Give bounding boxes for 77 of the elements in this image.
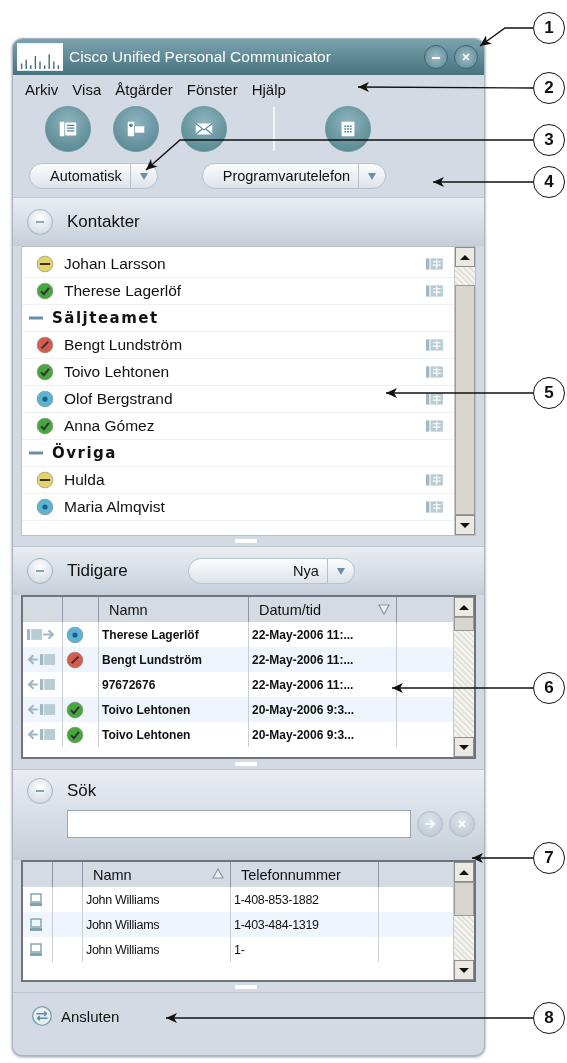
table-cell: John Williams — [83, 937, 231, 962]
callout-number: 6 — [533, 672, 565, 704]
result-row[interactable]: John Williams 1- — [23, 937, 453, 962]
menu-item[interactable]: Visa — [66, 78, 108, 100]
group-row[interactable]: Övriga — [22, 440, 454, 467]
filter-dropdown[interactable]: Nya — [187, 558, 355, 584]
collapse-icon[interactable] — [28, 450, 44, 456]
email-button[interactable] — [181, 106, 227, 152]
table-cell: 22-May-2006 11:... — [249, 647, 397, 672]
contact-row[interactable]: Hulda — [22, 467, 454, 494]
menu-item[interactable]: Åtgärder — [109, 78, 179, 100]
scrollbar[interactable] — [454, 247, 475, 535]
contact-row[interactable]: Toivo Lehtonen — [22, 359, 454, 386]
callout-number: 1 — [533, 12, 565, 44]
contact-card-icon[interactable] — [426, 392, 444, 406]
caret-icon — [138, 171, 149, 181]
collapse-button[interactable] — [27, 778, 53, 804]
contact-row[interactable]: Olof Bergstrand — [22, 386, 454, 413]
collapse-icon[interactable] — [28, 315, 44, 321]
contact-row[interactable]: Anna Gómez — [22, 413, 454, 440]
scrollbar[interactable] — [453, 597, 474, 757]
table-cell: Bengt Lundström — [99, 647, 249, 672]
callout-number: 7 — [533, 842, 565, 874]
table-cell: Toivo Lehtonen — [99, 697, 249, 722]
table-cell: Toivo Lehtonen — [99, 722, 249, 747]
section-title: Kontakter — [67, 212, 140, 232]
leader-line — [471, 853, 534, 863]
video-button[interactable] — [113, 106, 159, 152]
group-row[interactable]: Säljteamet — [22, 305, 454, 332]
window-title: Cisco Unified Personal Communicator — [69, 48, 332, 66]
contact-row[interactable]: Therese Lagerlöf — [22, 278, 454, 305]
status-text: Ansluten — [61, 1007, 120, 1025]
section-title: Tidigare — [67, 561, 128, 581]
computer-icon — [29, 917, 43, 932]
table-cell: 1-403-484-1319 — [231, 912, 379, 937]
contact-row[interactable]: Johan Larsson — [22, 251, 454, 278]
callout-number: 8 — [533, 1002, 565, 1034]
dialpad-button[interactable] — [325, 106, 371, 152]
table-cell: John Williams — [83, 912, 231, 937]
clear-button[interactable] — [449, 811, 475, 837]
section-title: Sök — [67, 781, 97, 801]
result-row[interactable]: John Williams 1-403-484-1319 — [23, 912, 453, 937]
phone-button[interactable] — [45, 106, 91, 152]
history-row[interactable]: Toivo Lehtonen 20-May-2006 9:3... — [23, 722, 453, 747]
history-row[interactable]: Bengt Lundström 22-May-2006 11:... — [23, 647, 453, 672]
minimize-button[interactable] — [424, 45, 448, 69]
phone-mode-dropdown[interactable]: Programvarutelefon — [201, 163, 387, 189]
computer-icon — [29, 892, 43, 907]
close-icon — [456, 818, 468, 830]
caret-icon — [367, 171, 378, 181]
table-cell: 20-May-2006 9:3... — [249, 697, 397, 722]
menu-item[interactable]: Fönster — [180, 78, 244, 100]
arrow-icon — [424, 818, 436, 830]
callout-number: 5 — [533, 377, 565, 409]
computer-icon — [29, 942, 43, 957]
menu-item[interactable]: Hjälp — [245, 78, 292, 100]
leader-line — [479, 27, 534, 47]
collapse-button[interactable] — [27, 209, 53, 235]
search-field[interactable] — [67, 810, 411, 838]
callout-number: 2 — [533, 72, 565, 104]
table-cell: 1- — [231, 937, 379, 962]
history-row[interactable]: Toivo Lehtonen 20-May-2006 9:3... — [23, 697, 453, 722]
collapse-button[interactable] — [27, 558, 53, 584]
logo-icon — [17, 43, 63, 71]
close-button[interactable] — [454, 45, 478, 69]
status-dropdown[interactable]: Automatisk — [29, 163, 158, 189]
menu-item[interactable]: Arkiv — [19, 78, 65, 100]
callout-number: 3 — [533, 124, 565, 156]
table-cell: 20-May-2006 9:3... — [249, 722, 397, 747]
contact-row[interactable]: Bengt Lundström — [22, 332, 454, 359]
scrollbar[interactable] — [453, 862, 474, 980]
close-icon — [461, 52, 471, 62]
callout-number: 4 — [533, 166, 565, 198]
connection-icon — [31, 1005, 53, 1027]
contact-row[interactable]: Maria Almqvist — [22, 494, 454, 521]
go-button[interactable] — [417, 811, 443, 837]
caret-icon — [335, 566, 346, 576]
